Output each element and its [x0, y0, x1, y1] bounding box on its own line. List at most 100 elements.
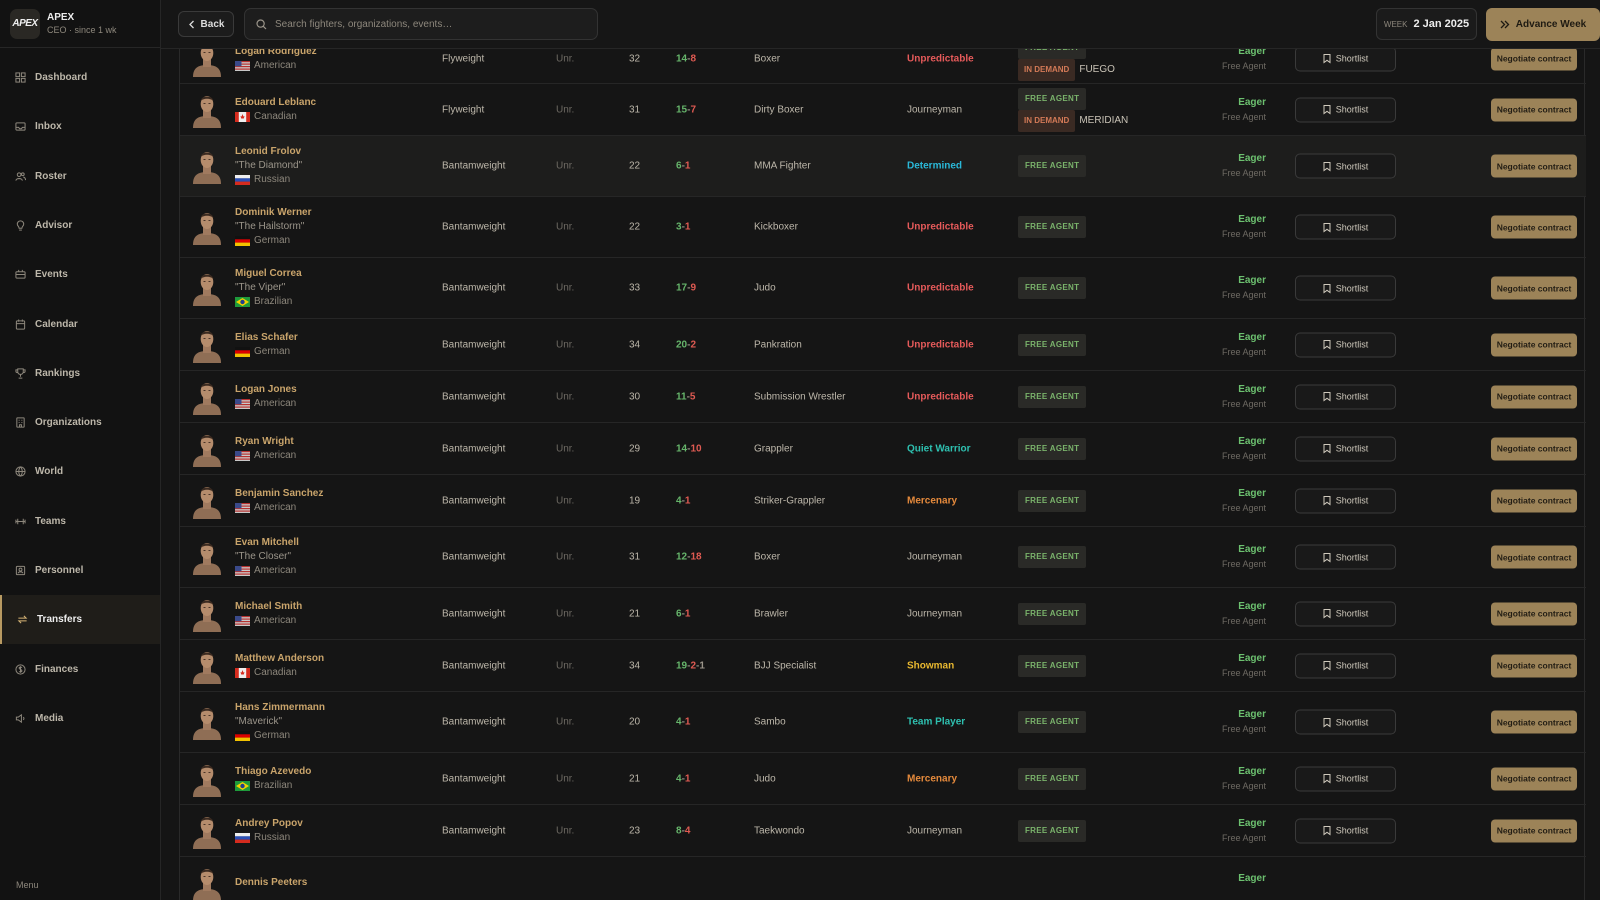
negotiate-contract-button[interactable]: Negotiate contract [1491, 819, 1577, 842]
shortlist-button[interactable]: Shortlist [1295, 332, 1396, 357]
rival-organization: MERIDIAN [1079, 114, 1129, 126]
free-agent-badge: FREE AGENT [1018, 87, 1087, 110]
search-input[interactable] [275, 18, 575, 30]
shortlist-button[interactable]: Shortlist [1295, 709, 1396, 735]
dashboard-icon [14, 72, 26, 84]
shortlist-label: Shortlist [1335, 660, 1369, 671]
fighting-style: Brawler [754, 608, 788, 619]
record-wins: 19 [676, 660, 688, 671]
negotiate-contract-button[interactable]: Negotiate contract [1491, 154, 1577, 178]
fighter-name[interactable]: Elias Schafer [235, 331, 298, 345]
age: 20 [629, 716, 641, 728]
search-box[interactable] [244, 8, 598, 40]
shortlist-label: Shortlist [1335, 339, 1369, 350]
shortlist-button[interactable]: Shortlist [1295, 818, 1396, 843]
negotiate-contract-button[interactable]: Negotiate contract [1491, 47, 1577, 70]
shortlist-button[interactable]: Shortlist [1295, 275, 1396, 301]
sidebar-item-personnel[interactable]: Personnel [0, 546, 160, 595]
sidebar-item-label: Media [35, 712, 64, 724]
shortlist-button[interactable]: Shortlist [1295, 601, 1396, 626]
fight-record: 6-1 [676, 608, 690, 619]
sidebar-item-dashboard[interactable]: Dashboard [0, 53, 160, 102]
negotiate-contract-button[interactable]: Negotiate contract [1491, 437, 1577, 460]
shortlist-button[interactable]: Shortlist [1295, 653, 1396, 678]
fighter-name[interactable]: Evan Mitchell [235, 536, 299, 550]
shortlist-button[interactable]: Shortlist [1295, 97, 1396, 122]
fighter-name[interactable]: Benjamin Sanchez [235, 487, 323, 501]
fighter-name[interactable]: Logan Jones [235, 383, 297, 397]
shortlist-button[interactable]: Shortlist [1295, 384, 1396, 409]
bookmark-icon [1323, 661, 1331, 671]
fighter-name[interactable]: Hans Zimmermann [235, 701, 325, 715]
fighter-name[interactable]: Matthew Anderson [235, 652, 324, 666]
contract-status: Free Agent [1221, 346, 1266, 357]
record-wins: 17 [676, 282, 688, 294]
sidebar-item-organizations[interactable]: Organizations [0, 398, 160, 447]
shortlist-button[interactable]: Shortlist [1295, 544, 1396, 570]
sidebar-item-label: Roster [35, 170, 67, 182]
fighter-portrait [192, 648, 222, 684]
negotiate-contract-button[interactable]: Negotiate contract [1491, 333, 1577, 356]
negotiate-contract-button[interactable]: Negotiate contract [1491, 385, 1577, 408]
fighter-name[interactable]: Michael Smith [235, 600, 302, 614]
sidebar-item-calendar[interactable]: Calendar [0, 300, 160, 349]
shortlist-button[interactable]: Shortlist [1295, 766, 1396, 791]
negotiate-contract-button[interactable]: Negotiate contract [1491, 654, 1577, 677]
back-button[interactable]: Back [178, 11, 234, 37]
negotiate-contract-button[interactable]: Negotiate contract [1491, 545, 1577, 569]
negotiate-contract-button[interactable]: Negotiate contract [1491, 767, 1577, 790]
fighter-name[interactable]: Dennis Peeters [235, 876, 307, 890]
sidebar-item-finances[interactable]: Finances [0, 645, 160, 694]
shortlist-button[interactable]: Shortlist [1295, 153, 1396, 179]
sidebar-item-world[interactable]: World [0, 447, 160, 496]
interest-label: Eager [1238, 331, 1266, 343]
shortlist-button[interactable]: Shortlist [1295, 436, 1396, 461]
weight-class: Bantamweight [442, 391, 506, 402]
negotiate-contract-button[interactable]: Negotiate contract [1491, 489, 1577, 512]
rival-organization: FUEGO [1079, 63, 1115, 75]
sidebar-item-teams[interactable]: Teams [0, 497, 160, 546]
negotiate-contract-button[interactable]: Negotiate contract [1491, 276, 1577, 300]
in-demand-badge: IN DEMAND [1018, 109, 1076, 132]
agent-status: FREE AGENT [1018, 333, 1087, 356]
fighting-style: Striker-Grappler [754, 495, 826, 506]
flag-ru-icon [235, 832, 250, 843]
fighter-name[interactable]: Andrey Popov [235, 817, 303, 831]
fighter-nationality: Brazilian [235, 295, 302, 309]
fighter-nationality: Russian [235, 831, 303, 845]
personality: Mercenary [907, 495, 958, 506]
fighter-name[interactable]: Dominik Werner [235, 206, 312, 220]
fighter-name[interactable]: Edouard Leblanc [235, 96, 316, 110]
sidebar-item-events[interactable]: Events [0, 250, 160, 299]
fighter-name[interactable]: Thiago Azevedo [235, 765, 311, 779]
shortlist-label: Shortlist [1335, 104, 1369, 115]
age: 31 [629, 551, 641, 563]
sidebar-item-roster[interactable]: Roster [0, 152, 160, 201]
fighter-nationality: German [235, 729, 325, 743]
shortlist-button[interactable]: Shortlist [1295, 214, 1396, 240]
fighter-name[interactable]: Miguel Correa [235, 267, 302, 281]
sidebar-item-transfers[interactable]: Transfers [0, 595, 160, 645]
advance-week-button[interactable]: Advance Week [1486, 8, 1600, 41]
record-losses: 1 [684, 495, 691, 506]
fighter-name[interactable]: Ryan Wright [235, 435, 296, 449]
shortlist-button[interactable]: Shortlist [1295, 488, 1396, 513]
fighter-name[interactable]: Leonid Frolov [235, 145, 302, 159]
table-row: Evan Mitchell "The Closer" American Bantamw… [180, 527, 1586, 588]
sidebar-item-advisor[interactable]: Advisor [0, 201, 160, 250]
contract-status: Free Agent [1221, 60, 1266, 71]
interest-level: Eager Free Agent [1170, 274, 1266, 302]
sidebar-item-media[interactable]: Media [0, 694, 160, 743]
weight-class: Bantamweight [442, 282, 506, 294]
sidebar-item-inbox[interactable]: Inbox [0, 102, 160, 151]
shortlist-button[interactable]: Shortlist [1295, 46, 1396, 71]
negotiate-contract-button[interactable]: Negotiate contract [1491, 215, 1577, 239]
interest-label: Eager [1238, 214, 1266, 225]
negotiate-contract-button[interactable]: Negotiate contract [1491, 602, 1577, 625]
negotiate-contract-button[interactable]: Negotiate contract [1491, 710, 1577, 734]
contract-status: Free Agent [1221, 832, 1266, 843]
negotiate-contract-button[interactable]: Negotiate contract [1491, 98, 1577, 121]
week-label: WEEK [1383, 19, 1408, 29]
shortlist-label: Shortlist [1335, 608, 1369, 619]
sidebar-item-rankings[interactable]: Rankings [0, 349, 160, 398]
